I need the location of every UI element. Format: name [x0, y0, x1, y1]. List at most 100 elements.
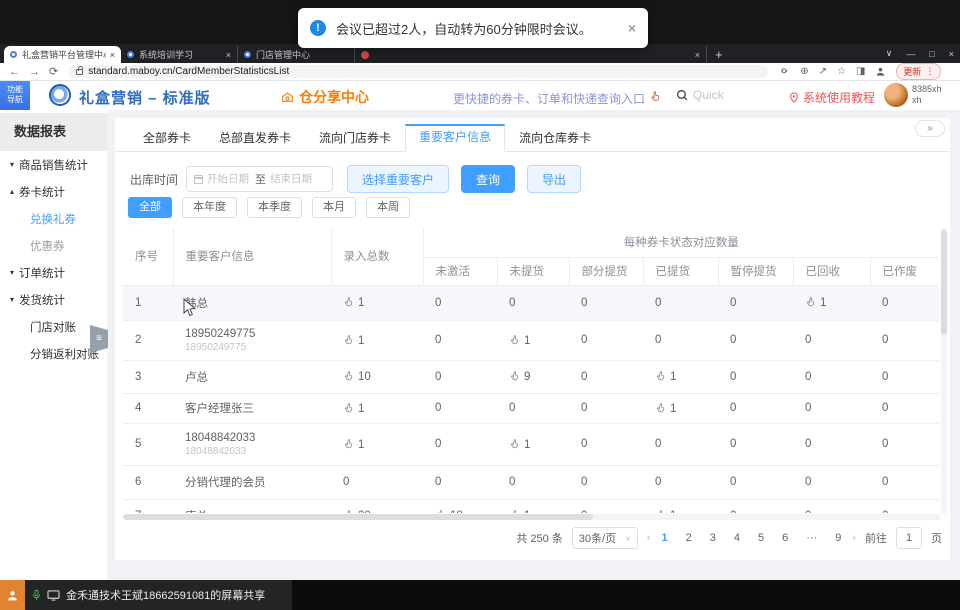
customer-name[interactable]: 18950249775: [185, 328, 331, 340]
browser-tab[interactable]: ×: [355, 46, 707, 63]
date-range-picker[interactable]: 至: [186, 166, 333, 192]
browser-tab[interactable]: 门店管理中心: [238, 46, 355, 63]
count-cell: 0: [870, 393, 939, 423]
quick-entry-tip[interactable]: 更快捷的券卡、订单和快递查询入口: [453, 90, 645, 107]
count-cell[interactable]: 9: [497, 360, 569, 393]
sidebar-item[interactable]: ▾商品销售统计: [0, 151, 107, 178]
quick-range-pill[interactable]: 本月: [312, 197, 356, 218]
count-cell[interactable]: 10: [331, 360, 423, 393]
user-avatar[interactable]: [884, 83, 908, 107]
vertical-scrollbar[interactable]: [941, 228, 947, 514]
tab-close-icon[interactable]: ×: [695, 50, 700, 60]
count-cell: 0: [870, 499, 939, 513]
count-cell[interactable]: 1: [331, 393, 423, 423]
page-size-select[interactable]: 30条/页 ∨: [572, 527, 638, 549]
search-icon: [676, 89, 689, 102]
browser-tab[interactable]: 礼盒营销平台管理中心×: [4, 46, 121, 63]
quick-range-pill[interactable]: 本季度: [247, 197, 302, 218]
count-cell[interactable]: 1: [497, 423, 569, 465]
count-cell[interactable]: 1: [497, 499, 569, 513]
url-field[interactable]: standard.maboy.cn/CardMemberStatisticsLi…: [68, 65, 768, 78]
quick-range-pill[interactable]: 本年度: [182, 197, 237, 218]
customer-name[interactable]: 客户经理张三: [185, 400, 331, 416]
toast-close-icon[interactable]: ×: [628, 20, 636, 36]
minimize-icon[interactable]: —: [906, 49, 915, 59]
chrome-menu-chevron-icon[interactable]: ∨: [886, 48, 893, 59]
page-number[interactable]: 2: [684, 532, 694, 544]
count-cell[interactable]: 20: [331, 499, 423, 513]
page-number[interactable]: 6: [780, 532, 790, 544]
vertical-scrollbar-thumb[interactable]: [941, 230, 947, 335]
content-tab[interactable]: 流向门店券卡: [305, 124, 405, 151]
kebab-menu-icon[interactable]: ⋮: [925, 66, 934, 77]
profile-icon[interactable]: [875, 66, 886, 77]
close-icon[interactable]: ×: [949, 49, 954, 59]
count-cell[interactable]: 1: [643, 360, 718, 393]
new-tab-button[interactable]: +: [707, 46, 731, 63]
prev-page-button[interactable]: ‹: [647, 532, 651, 544]
maximize-icon[interactable]: □: [929, 49, 934, 59]
forward-icon[interactable]: →: [29, 66, 40, 78]
customer-name[interactable]: 分销代理的会员: [185, 474, 331, 490]
count-cell[interactable]: 1: [331, 320, 423, 360]
page-number[interactable]: 3: [708, 532, 718, 544]
horizontal-scrollbar-thumb[interactable]: [123, 514, 593, 520]
content-tab[interactable]: 总部直发券卡: [205, 124, 305, 151]
page-number[interactable]: 9: [833, 532, 843, 544]
function-nav-toggle[interactable]: 功能 导航: [0, 81, 30, 110]
quick-range-pill[interactable]: 全部: [128, 197, 172, 218]
content-tab[interactable]: 流向仓库券卡: [505, 124, 605, 151]
share-icon[interactable]: ↗: [819, 66, 827, 77]
tutorial-link[interactable]: 系统使用教程: [789, 89, 875, 106]
select-customer-button[interactable]: 选择重要客户: [347, 165, 449, 193]
sidebar-item[interactable]: 兑换礼券: [0, 205, 107, 232]
customer-name[interactable]: 18048842033: [185, 432, 331, 444]
sidebar-item[interactable]: ▾发货统计: [0, 286, 107, 313]
nav-toggle-line2: 导航: [0, 95, 30, 105]
participant-button[interactable]: [0, 580, 25, 610]
goto-page-input[interactable]: [896, 527, 922, 549]
count-cell[interactable]: 1: [497, 320, 569, 360]
page-number[interactable]: ···: [804, 532, 819, 544]
count-cell[interactable]: 1: [643, 393, 718, 423]
count-cell[interactable]: 1: [331, 285, 423, 320]
side-panel-icon[interactable]: ◨: [856, 66, 865, 77]
count-cell[interactable]: 1: [643, 499, 718, 513]
tab-close-icon[interactable]: ×: [110, 50, 115, 60]
count-cell[interactable]: 18: [423, 499, 497, 513]
export-button[interactable]: 导出: [527, 165, 581, 193]
quick-range-pill[interactable]: 本周: [366, 197, 410, 218]
customer-name[interactable]: 韩总: [185, 295, 331, 311]
next-page-button[interactable]: ›: [852, 532, 856, 544]
start-date-input[interactable]: [207, 173, 251, 185]
count-cell[interactable]: 1: [793, 285, 870, 320]
update-button[interactable]: 更新 ⋮: [896, 63, 941, 80]
key-icon[interactable]: [780, 67, 790, 77]
count-cell: 0: [643, 423, 718, 465]
sidebar-item[interactable]: ▾订单统计: [0, 259, 107, 286]
share-center-link[interactable]: 仓分享中心: [281, 87, 369, 107]
sidebar-item[interactable]: ▴券卡统计: [0, 178, 107, 205]
end-date-input[interactable]: [270, 173, 314, 185]
table-row: 4客户经理张三10001000: [123, 393, 939, 423]
page-number[interactable]: 1: [659, 532, 669, 544]
count-cell[interactable]: 1: [331, 423, 423, 465]
quick-search[interactable]: Quick: [676, 88, 724, 102]
search-button[interactable]: 查询: [461, 165, 515, 193]
browser-tab[interactable]: 系统培训学习×: [121, 46, 238, 63]
customer-name[interactable]: 卢总: [185, 369, 331, 385]
bookmark-star-icon[interactable]: ☆: [837, 66, 846, 77]
count-cell: 0: [423, 393, 497, 423]
page-number[interactable]: 4: [732, 532, 742, 544]
zoom-icon[interactable]: ⊕: [800, 66, 808, 77]
horizontal-scrollbar[interactable]: [123, 514, 941, 520]
panel-collapse-button[interactable]: »: [915, 120, 945, 137]
tab-close-icon[interactable]: ×: [226, 50, 231, 60]
content-tab[interactable]: 全部券卡: [129, 124, 205, 151]
customer-name[interactable]: 唐总: [185, 508, 331, 514]
sidebar-item[interactable]: 优惠券: [0, 232, 107, 259]
reload-icon[interactable]: ⟳: [49, 65, 58, 78]
back-icon[interactable]: ←: [9, 66, 20, 78]
page-number[interactable]: 5: [756, 532, 766, 544]
content-tab[interactable]: 重要客户信息: [405, 124, 505, 152]
